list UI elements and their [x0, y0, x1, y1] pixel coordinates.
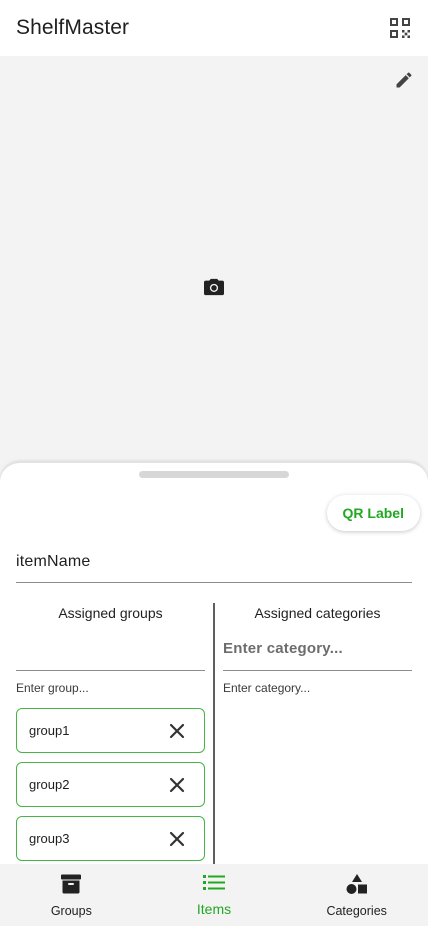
- bottom-navigation: Groups Items Categories: [0, 864, 428, 926]
- nav-item-categories[interactable]: Categories: [285, 864, 428, 926]
- item-name-field[interactable]: itemName: [16, 547, 412, 583]
- groups-header: Assigned groups: [58, 605, 163, 621]
- group-chip: group2: [16, 762, 205, 807]
- item-details-sheet: QR Label itemName Assigned groups Enter …: [0, 462, 428, 864]
- app-title: ShelfMaster: [16, 16, 130, 39]
- list-icon: [203, 874, 225, 897]
- close-icon[interactable]: [168, 830, 186, 848]
- nav-item-groups[interactable]: Groups: [0, 864, 143, 926]
- sheet-drag-handle[interactable]: [139, 471, 289, 478]
- categories-column: Assigned categories Enter category... En…: [223, 603, 412, 864]
- group-chip-label: group3: [29, 831, 70, 846]
- shapes-icon: [345, 873, 369, 900]
- category-input-placeholder: Enter category...: [223, 640, 343, 657]
- column-divider: [213, 603, 215, 864]
- category-input[interactable]: Enter category...: [223, 631, 412, 671]
- app-bar: ShelfMaster: [0, 0, 428, 56]
- nav-label-items: Items: [196, 900, 232, 917]
- groups-column: Assigned groups Enter group... group1 gr…: [16, 603, 205, 864]
- nav-label-groups: Groups: [50, 903, 92, 918]
- pencil-icon[interactable]: [392, 68, 416, 92]
- archive-box-icon: [60, 873, 82, 900]
- camera-icon[interactable]: [203, 276, 225, 298]
- group-chip-label: group2: [29, 777, 70, 792]
- categories-header: Assigned categories: [254, 605, 381, 621]
- nav-item-items[interactable]: Items: [143, 864, 286, 926]
- group-chip: group3: [16, 816, 205, 861]
- group-helper-text: Enter group...: [16, 681, 89, 695]
- group-chip-label: group1: [29, 723, 70, 738]
- qr-label-button[interactable]: QR Label: [326, 495, 420, 531]
- group-chip: group1: [16, 708, 205, 753]
- category-helper-text: Enter category...: [223, 681, 311, 695]
- item-name-value: itemName: [16, 553, 91, 570]
- nav-label-categories: Categories: [326, 903, 387, 918]
- assignment-columns: Assigned groups Enter group... group1 gr…: [16, 603, 412, 864]
- qr-code-icon[interactable]: [386, 14, 414, 42]
- close-icon[interactable]: [168, 722, 186, 740]
- item-photo-area: [0, 56, 428, 486]
- close-icon[interactable]: [168, 776, 186, 794]
- group-input[interactable]: [16, 631, 205, 671]
